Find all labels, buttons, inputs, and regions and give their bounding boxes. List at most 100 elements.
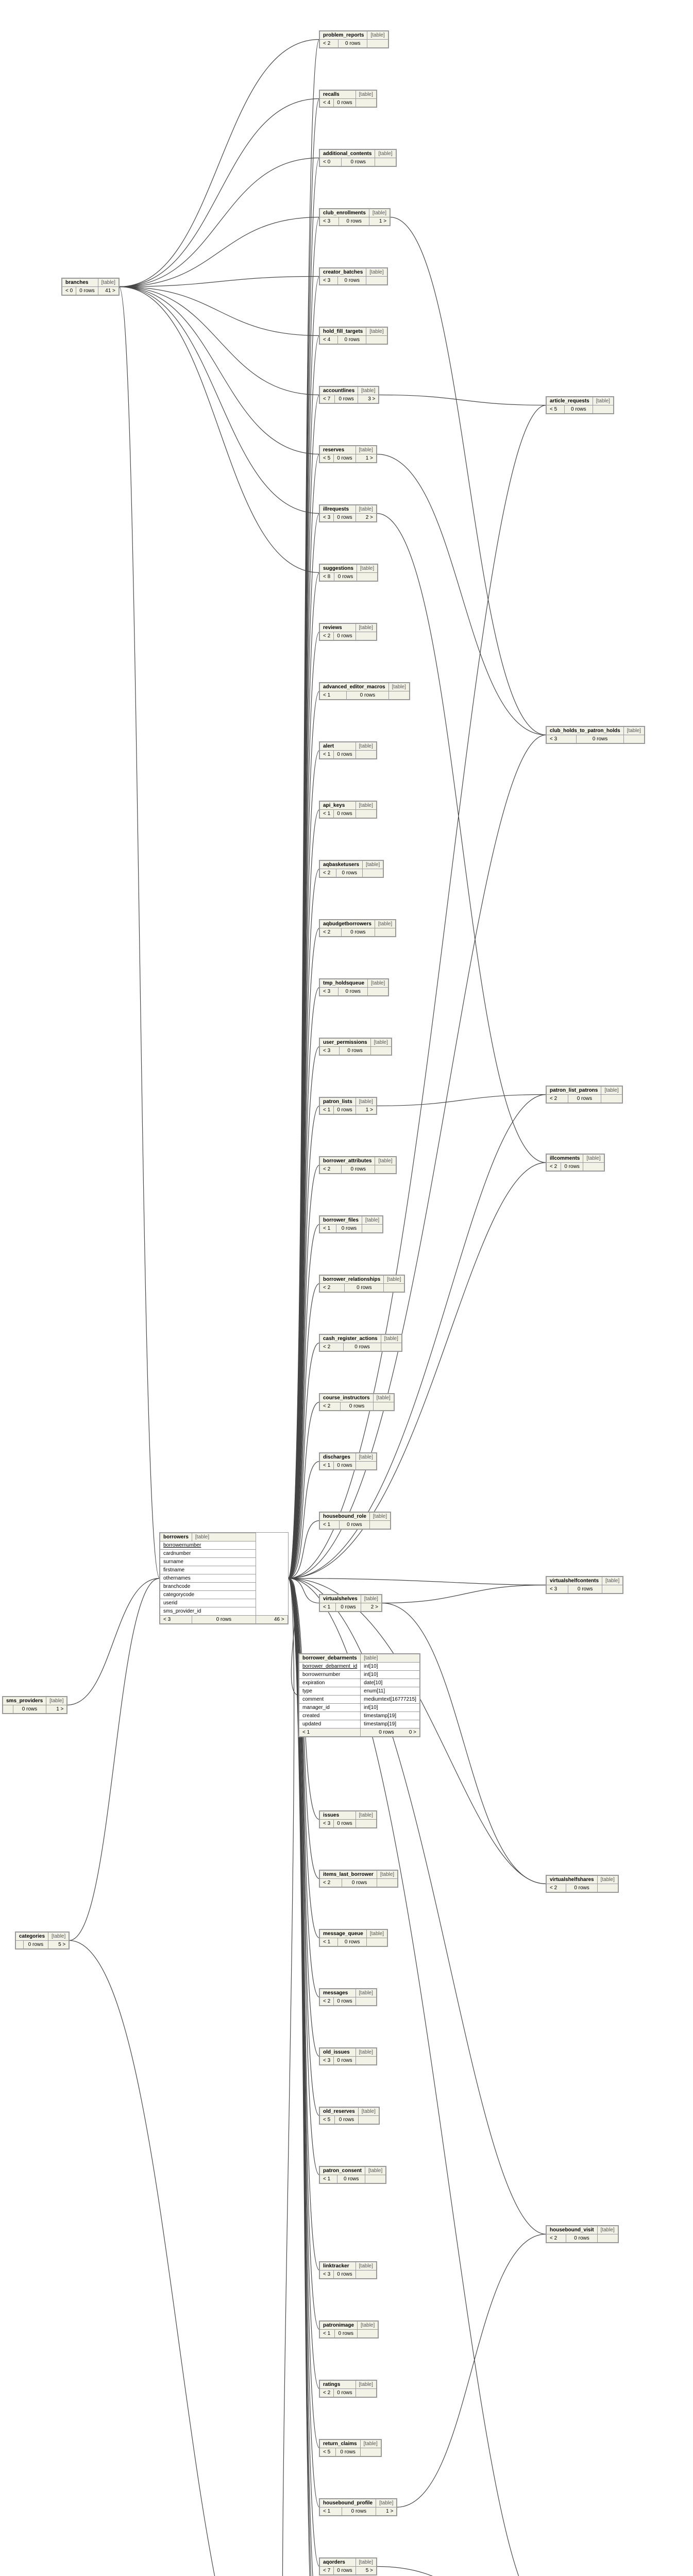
table-type: [table] <box>356 742 376 751</box>
row-count: 0 rows <box>23 1941 48 1949</box>
column: comment <box>299 1696 361 1704</box>
row-count: 0 rows <box>334 2567 356 2575</box>
table-patron_list_patrons[interactable]: patron_list_patrons[table]< 20 rows <box>546 1086 622 1103</box>
table-advanced_editor_macros[interactable]: advanced_editor_macros[table] < 10 rows <box>319 683 410 700</box>
table-borrower_debarments[interactable]: borrower_debarments[table]borrower_debar… <box>299 1654 420 1737</box>
row-count: 0 rows <box>347 691 388 700</box>
parents-in: < 1 <box>320 1462 334 1470</box>
table-title: virtualshelfshares <box>547 1876 598 1884</box>
table-club_enrollments[interactable]: club_enrollments[table]< 30 rows1 > <box>319 209 390 226</box>
children-out: 3 > <box>358 395 379 403</box>
children-out <box>370 1047 391 1055</box>
table-recalls[interactable]: recalls[table]< 40 rows <box>319 90 377 107</box>
table-hold_fill_targets[interactable]: hold_fill_targets[table]< 40 rows <box>319 327 387 344</box>
table-messages[interactable]: messages[table]< 20 rows <box>319 1989 377 2006</box>
table-user_permissions[interactable]: user_permissions[table]< 30 rows <box>319 1038 392 1055</box>
table-old_issues[interactable]: old_issues[table]< 30 rows <box>319 2048 377 2065</box>
table-patronimage[interactable]: patronimage[table]< 10 rows <box>319 2321 378 2338</box>
children-out <box>358 2116 379 2124</box>
table-patron_lists[interactable]: patron_lists[table]< 10 rows1 > <box>319 1097 377 1114</box>
table-items_last_borrower[interactable]: items_last_borrower[table]< 20 rows <box>319 1870 398 1887</box>
table-title: virtualshelfcontents <box>547 1577 602 1585</box>
column-type: mediumtext[16777215] <box>361 1696 420 1704</box>
parents-in: < 3 <box>320 2270 334 2279</box>
table-borrowers[interactable]: borrowers[table]borrowernumbercardnumber… <box>160 1533 288 1624</box>
table-type: [table] <box>597 1876 618 1884</box>
table-suggestions[interactable]: suggestions[table]< 80 rows <box>319 564 378 581</box>
table-title: suggestions <box>320 565 357 573</box>
row-count: 0 rows <box>565 405 593 414</box>
table-borrower_relationships[interactable]: borrower_relationships[table]< 20 rows <box>319 1275 404 1292</box>
table-return_claims[interactable]: return_claims[table]< 50 rows <box>319 2439 381 2456</box>
table-club_holds_to_patron_holds[interactable]: club_holds_to_patron_holds[table]< 30 ro… <box>546 726 645 743</box>
table-title: items_last_borrower <box>320 1871 377 1879</box>
table-title: categories <box>16 1933 48 1941</box>
parents-in: < 1 <box>320 1603 336 1612</box>
row-count: 0 rows <box>334 1997 356 2006</box>
children-out <box>597 1884 618 1892</box>
table-type: [table] <box>597 2226 618 2234</box>
parents-in: < 2 <box>320 1343 344 1351</box>
parents-in: < 1 <box>320 691 347 700</box>
table-type: [table] <box>361 1654 420 1663</box>
column-type: int[10] <box>361 1671 420 1679</box>
table-title: patron_list_patrons <box>547 1087 601 1095</box>
table-housebound_role[interactable]: housebound_role[table]< 10 rows <box>319 1512 391 1529</box>
table-old_reserves[interactable]: old_reserves[table]< 50 rows <box>319 2107 379 2124</box>
table-aqbudgetborrowers[interactable]: aqbudgetborrowers[table]< 20 rows <box>319 920 396 937</box>
parents-in: < 2 <box>320 1284 345 1292</box>
table-borrower_attributes[interactable]: borrower_attributes[table]< 20 rows <box>319 1157 396 1174</box>
table-accountlines[interactable]: accountlines[table]< 70 rows3 > <box>319 386 379 403</box>
parents-in: < 1 <box>299 1728 361 1737</box>
table-course_instructors[interactable]: course_instructors[table]< 20 rows <box>319 1394 394 1411</box>
table-discharges[interactable]: discharges[table]< 10 rows <box>319 1453 377 1470</box>
table-reserves[interactable]: reserves[table]< 50 rows1 > <box>319 446 377 463</box>
table-reviews[interactable]: reviews[table]< 20 rows <box>319 623 377 640</box>
parents-in: < 3 <box>160 1616 192 1624</box>
table-alert[interactable]: alert[table]< 10 rows <box>319 742 377 759</box>
table-api_keys[interactable]: api_keys[table]< 10 rows <box>319 801 377 818</box>
table-illcomments[interactable]: illcomments[table]< 20 rows <box>546 1154 604 1171</box>
table-branches[interactable]: branches[table]< 00 rows41 > <box>62 278 119 295</box>
column: manager_id <box>299 1704 361 1712</box>
table-ratings[interactable]: ratings[table]< 20 rows <box>319 2380 377 2397</box>
table-virtualshelves[interactable]: virtualshelves[table]< 10 rows2 > <box>319 1595 382 1612</box>
table-linktracker[interactable]: linktracker[table]< 30 rows <box>319 2262 377 2279</box>
table-cash_register_actions[interactable]: cash_register_actions[table]< 20 rows <box>319 1334 402 1351</box>
row-count: 0 rows <box>338 1938 366 1946</box>
row-count: 0 rows <box>13 1705 46 1714</box>
table-tmp_holdsqueue[interactable]: tmp_holdsqueue[table]< 30 rows <box>319 979 388 996</box>
table-aqbasketusers[interactable]: aqbasketusers[table]< 20 rows <box>319 860 383 877</box>
row-count: 0 rows <box>339 988 368 996</box>
table-creator_batches[interactable]: creator_batches[table]< 30 rows <box>319 268 387 285</box>
table-borrower_files[interactable]: borrower_files[table]< 10 rows <box>319 1216 383 1233</box>
row-count: 0 rows <box>334 99 356 107</box>
table-type: [table] <box>388 683 409 691</box>
table-housebound_visit[interactable]: housebound_visit[table]< 20 rows <box>546 2226 618 2243</box>
parents-in: < 4 <box>320 336 338 344</box>
table-categories[interactable]: categories[table]0 rows5 > <box>15 1932 69 1949</box>
children-out <box>384 1284 404 1292</box>
table-problem_reports[interactable]: problem_reports[table]< 20 rows <box>319 31 388 48</box>
table-housebound_profile[interactable]: housebound_profile[table]< 10 rows1 > <box>319 2499 397 2516</box>
children-out <box>356 1820 376 1828</box>
table-additional_contents[interactable]: additional_contents[table]< 00 rows <box>319 149 396 166</box>
column: firstname <box>160 1566 256 1574</box>
table-issues[interactable]: issues[table]< 30 rows <box>319 1811 377 1828</box>
children-out <box>365 2175 386 2183</box>
table-virtualshelfcontents[interactable]: virtualshelfcontents[table]< 30 rows <box>546 1577 623 1594</box>
table-message_queue[interactable]: message_queue[table]< 10 rows <box>319 1929 387 1946</box>
table-article_requests[interactable]: article_requests[table]< 50 rows <box>546 397 614 414</box>
table-patron_consent[interactable]: patron_consent[table]< 10 rows <box>319 2166 386 2183</box>
table-aqorders[interactable]: aqorders[table]< 70 rows5 > <box>319 2558 377 2575</box>
row-count: 0 rows <box>334 2057 356 2065</box>
parents-in: < 0 <box>320 158 342 166</box>
table-title: advanced_editor_macros <box>320 683 389 691</box>
row-count: 0 rows <box>334 573 357 581</box>
table-virtualshelfshares[interactable]: virtualshelfshares[table]< 20 rows <box>546 1875 618 1892</box>
table-illrequests[interactable]: illrequests[table]< 30 rows2 > <box>319 505 377 522</box>
parents-in: < 3 <box>320 514 334 522</box>
table-sms_providers[interactable]: sms_providers[table]0 rows1 > <box>3 1697 67 1714</box>
children-out <box>367 40 388 48</box>
row-count: 0 rows <box>334 810 356 818</box>
